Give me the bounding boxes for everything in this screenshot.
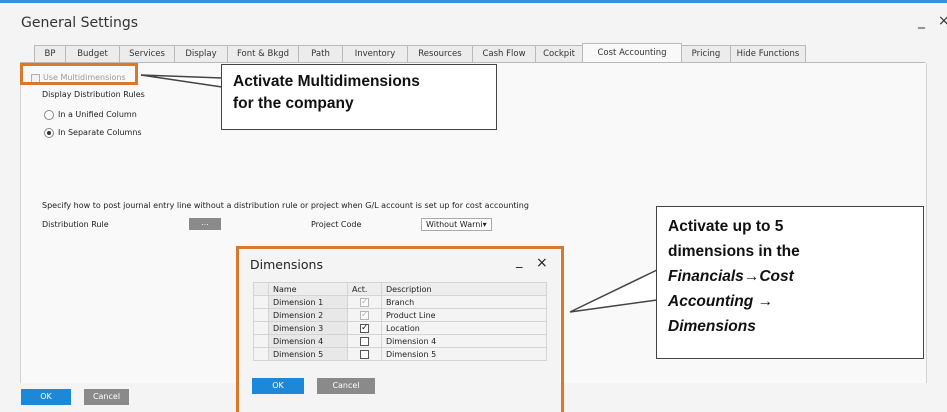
dimensions-dialog-highlight [236,246,564,412]
menu-path-accounting: Accounting [668,293,758,310]
multidim-callout-pointer [140,74,223,88]
callout-line: Activate up to 5 [668,218,784,235]
dimensions-callout: Activate up to 5 dimensions in the Finan… [656,206,924,359]
callout-line: Activate Multidimensions [233,73,420,90]
arrow-icon: → [743,268,760,285]
dimensions-callout-pointer [569,269,658,313]
callout-line: Dimensions [668,314,923,339]
callout-line: for the company [233,95,354,112]
callout-line: dimensions in the [668,243,800,260]
arrow-icon: → [757,293,774,310]
multidimensions-callout: Activate Multidimensions for the company [221,64,497,130]
callout-line: Financials→Cost [668,264,923,289]
menu-path-cost: Cost [759,268,794,285]
menu-path-dimensions: Dimensions [668,318,756,335]
callout-line: Accounting → [668,289,923,314]
menu-path-financials: Financials [668,268,744,285]
